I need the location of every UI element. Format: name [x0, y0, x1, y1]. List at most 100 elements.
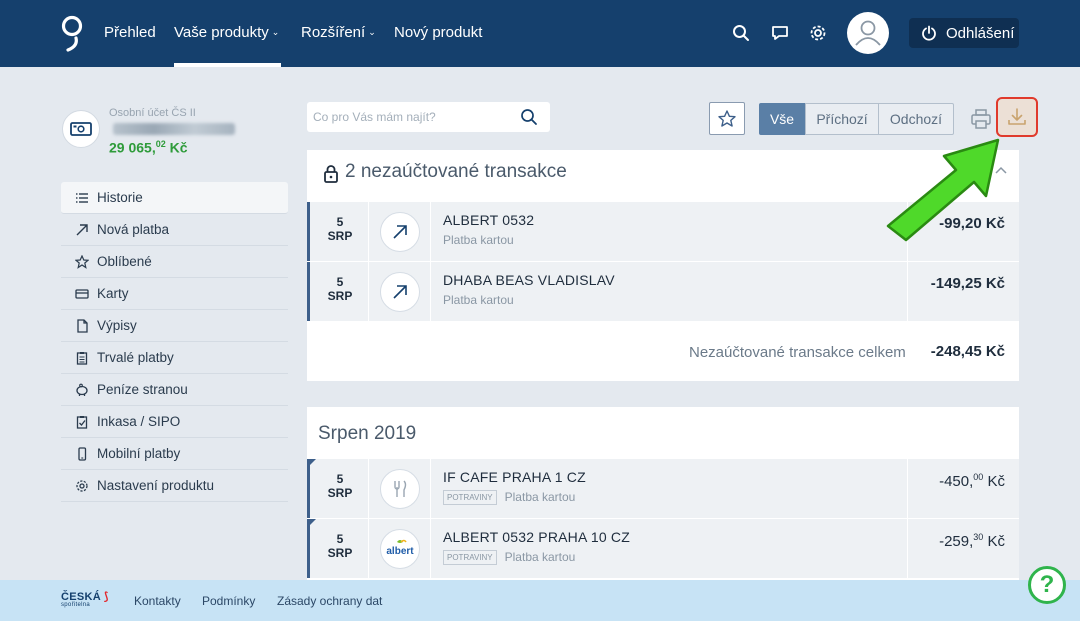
amount-dec: 00 [973, 472, 984, 482]
transaction-date: 5 SRP [327, 275, 353, 303]
search-input[interactable] [307, 102, 507, 132]
user-avatar[interactable] [847, 12, 889, 54]
arrow-up-right-icon [393, 285, 407, 299]
account-name[interactable]: Osobní účet ČS II [109, 107, 196, 119]
transaction-type: Platba kartou [443, 293, 514, 307]
transaction-name: ALBERT 0532 [443, 212, 535, 228]
nav-your-products[interactable]: Vaše produkty ⌄ [174, 24, 279, 41]
footer-link-privacy[interactable]: Zásady ochrany dat [277, 594, 382, 608]
month-transactions-card: Srpen 2019 5 SRP IF CAFE PRAHA 1 CZ POTRA… [307, 407, 1019, 580]
transaction-date: 5 SRP [327, 532, 353, 560]
sidebar-item-statements[interactable]: Výpisy [61, 310, 288, 342]
filter-outgoing[interactable]: Odchozí [878, 103, 954, 135]
annotation-arrow-icon [886, 138, 1000, 242]
date-month: SRP [327, 546, 353, 560]
chat-icon[interactable] [770, 23, 790, 43]
amount-int: -450, [939, 473, 974, 490]
footer-logo[interactable]: ČESKÁ ⟆ spořitelna [61, 590, 109, 608]
star-icon [718, 109, 736, 127]
piggy-bank-icon [75, 383, 89, 397]
clipboard-check-icon [75, 415, 89, 429]
nav-overview[interactable]: Přehled [104, 24, 156, 41]
category-tag: POTRAVINY [443, 490, 497, 505]
balance-decimals: 02 [155, 139, 166, 149]
power-icon [922, 25, 936, 41]
date-day: 5 [336, 532, 344, 546]
sidebar-item-mobile-payments[interactable]: Mobilní platby [61, 438, 288, 470]
sidebar-item-label: Nová platba [97, 222, 170, 237]
document-icon [75, 318, 89, 333]
sidebar-item-cards[interactable]: Karty [61, 278, 288, 310]
date-day: 5 [336, 215, 344, 229]
chevron-down-icon: ⌄ [368, 27, 376, 37]
transaction-type-icon [380, 272, 420, 312]
transaction-type: Platba kartou [443, 233, 514, 247]
category-icon [380, 469, 420, 509]
date-day: 5 [336, 472, 344, 486]
cutlery-icon [394, 480, 407, 497]
transaction-amount: -149,25 Kč [930, 275, 1005, 292]
transaction-meta: POTRAVINY Platba kartou [443, 490, 575, 505]
date-month: SRP [327, 486, 353, 500]
merchant-logo: albert [380, 529, 420, 569]
download-button[interactable] [996, 97, 1038, 137]
filter-incoming[interactable]: Příchozí [805, 103, 879, 135]
list-icon [75, 191, 89, 205]
logout-button[interactable]: Odhlášení [909, 18, 1019, 48]
mobile-icon [75, 446, 89, 461]
transaction-type: Platba kartou [504, 490, 576, 504]
card-icon [75, 287, 89, 301]
nav-extensions[interactable]: Rozšíření ⌄ [301, 24, 376, 41]
sidebar-item-history[interactable]: Historie [61, 182, 288, 214]
transaction-search [307, 102, 550, 132]
sidebar-item-product-settings[interactable]: Nastavení produktu [61, 470, 288, 502]
date-day: 5 [336, 275, 344, 289]
date-month: SRP [327, 229, 353, 243]
footer-link-contacts[interactable]: Kontakty [134, 594, 181, 608]
transaction-date: 5 SRP [327, 215, 353, 243]
balance-currency: Kč [169, 139, 188, 156]
favorites-filter-button[interactable] [709, 102, 745, 135]
date-month: SRP [327, 289, 353, 303]
sidebar-item-savings[interactable]: Peníze stranou [61, 374, 288, 406]
sidebar-item-direct-debits[interactable]: Inkasa / SIPO [61, 406, 288, 438]
search-icon[interactable] [520, 108, 538, 126]
search-icon[interactable] [731, 23, 751, 43]
footer: ČESKÁ ⟆ spořitelna Kontakty Podmínky Zásad… [0, 580, 1080, 621]
nav-extensions-label: Rozšíření [301, 24, 366, 41]
transaction-row[interactable]: 5 SRP DHABA BEAS VLADISLAV Platba kartou … [307, 262, 1019, 321]
bank-s-icon: ⟆ [104, 591, 109, 603]
transaction-amount: -259,30 Kč [939, 532, 1005, 550]
category-tag: POTRAVINY [443, 550, 497, 565]
print-icon[interactable] [970, 108, 992, 130]
active-nav-underline [174, 63, 281, 67]
sidebar-menu: Historie Nová platba Oblíbené Karty Výpi… [61, 182, 288, 502]
gear-icon[interactable] [808, 23, 828, 43]
amount-int: -259, [939, 533, 974, 550]
transaction-row[interactable]: 5 SRP albert ALBERT 0532 PRAHA 10 CZ POTR… [307, 519, 1019, 578]
sidebar-item-label: Karty [97, 286, 129, 301]
star-icon [75, 254, 89, 269]
transaction-amount: -450,00 Kč [939, 472, 1005, 490]
nav-new-product[interactable]: Nový produkt [394, 24, 482, 41]
svg-text:albert: albert [386, 546, 414, 557]
chevron-down-icon: ⌄ [271, 27, 280, 37]
pending-total-label: Nezaúčtované transakce celkem [689, 344, 906, 361]
transaction-row[interactable]: 5 SRP IF CAFE PRAHA 1 CZ POTRAVINY Platba … [307, 459, 1019, 518]
sidebar-item-standing-orders[interactable]: Trvalé platby [61, 342, 288, 374]
sidebar-item-label: Historie [97, 190, 143, 205]
filter-all[interactable]: Vše [759, 103, 805, 135]
app-logo[interactable] [60, 14, 84, 54]
help-button[interactable]: ? [1028, 566, 1066, 604]
pending-title: 2 nezaúčtované transakce [345, 161, 567, 182]
arrow-up-right-icon [393, 225, 407, 239]
amount-currency: Kč [987, 533, 1005, 550]
sidebar-item-favorites[interactable]: Oblíbené [61, 246, 288, 278]
footer-link-terms[interactable]: Podmínky [202, 594, 255, 608]
sidebar-item-new-payment[interactable]: Nová platba [61, 214, 288, 246]
transaction-name: IF CAFE PRAHA 1 CZ [443, 469, 586, 485]
clipboard-icon [75, 351, 89, 365]
transaction-name: DHABA BEAS VLADISLAV [443, 272, 615, 288]
banknote-icon [70, 122, 92, 136]
nav-your-products-label: Vaše produkty [174, 24, 269, 41]
